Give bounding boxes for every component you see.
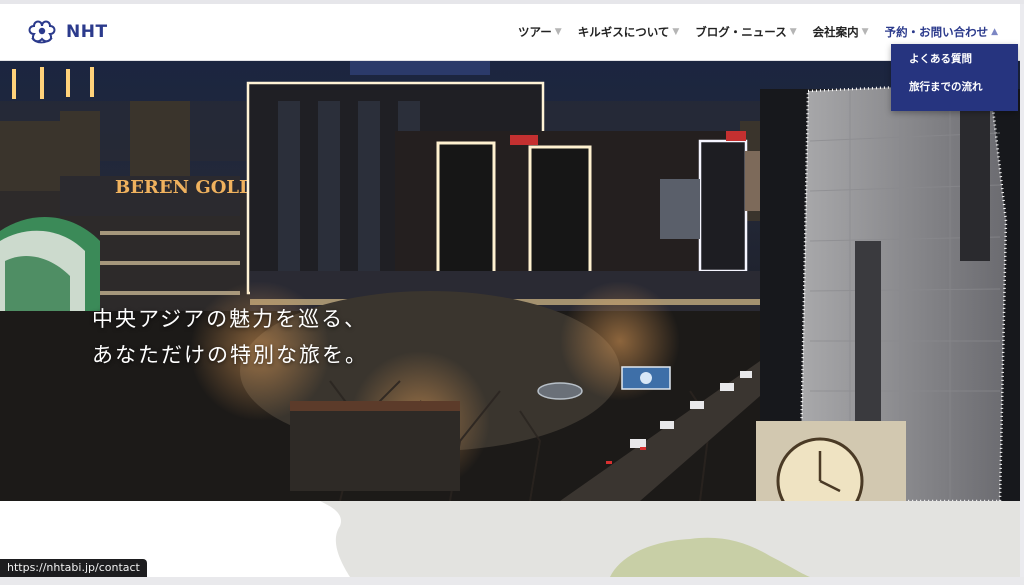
nav-label: ツアー (517, 25, 552, 39)
nav-label: 予約・お問い合わせ (884, 25, 989, 39)
dropdown-menu-reservation: よくある質問 旅行までの流れ (891, 44, 1018, 111)
nav-item-company[interactable]: 会社案内 ▼ (813, 24, 869, 40)
nav-item-about-kyrgyz[interactable]: キルギスについて ▼ (578, 24, 680, 40)
nav-item-tour[interactable]: ツアー ▼ (518, 24, 562, 40)
catch-line-1: 中央アジアの魅力を巡る、 (92, 307, 368, 331)
browser-frame-bottom (0, 577, 1024, 585)
nav-label: ブログ・ニュース (695, 25, 787, 39)
logo-icon (28, 20, 56, 44)
map-section (0, 501, 1020, 577)
night-city-photo: BEREN GOLD (0, 61, 1020, 501)
site-header: NHT ツアー ▼ キルギスについて ▼ ブログ・ニュース ▼ 会社案内 ▼ 予… (0, 4, 1020, 61)
hero-catchphrase: 中央アジアの魅力を巡る、 あなただけの特別な旅を。 (92, 301, 368, 373)
caret-down-icon: ▼ (672, 27, 680, 37)
hero-signage: BEREN GOLD (115, 177, 255, 198)
hero-image: BEREN GOLD 中央アジアの魅力を巡る、 あなただけの特別な旅を。 (0, 61, 1020, 501)
page-scrollbar[interactable] (1020, 4, 1024, 577)
link-status-url: https://nhtabi.jp/contact (0, 559, 147, 577)
site-logo[interactable]: NHT (28, 18, 108, 46)
caret-down-icon: ▼ (789, 27, 797, 37)
caret-down-icon: ▼ (861, 27, 869, 37)
caret-down-icon: ▼ (554, 27, 562, 37)
nav-item-reservation-contact[interactable]: 予約・お問い合わせ ▲ (885, 24, 998, 40)
dropdown-item-faq[interactable]: よくある質問 (891, 44, 1018, 72)
caret-up-icon: ▲ (991, 27, 998, 37)
catch-line-2: あなただけの特別な旅を。 (92, 343, 368, 367)
dropdown-item-travel-flow[interactable]: 旅行までの流れ (891, 72, 1018, 100)
nav-label: キルギスについて (577, 25, 670, 39)
map-graphic (320, 501, 1020, 577)
nav-item-blog-news[interactable]: ブログ・ニュース ▼ (695, 24, 796, 40)
logo-text: NHT (66, 22, 108, 42)
nav-label: 会社案内 (812, 25, 859, 39)
